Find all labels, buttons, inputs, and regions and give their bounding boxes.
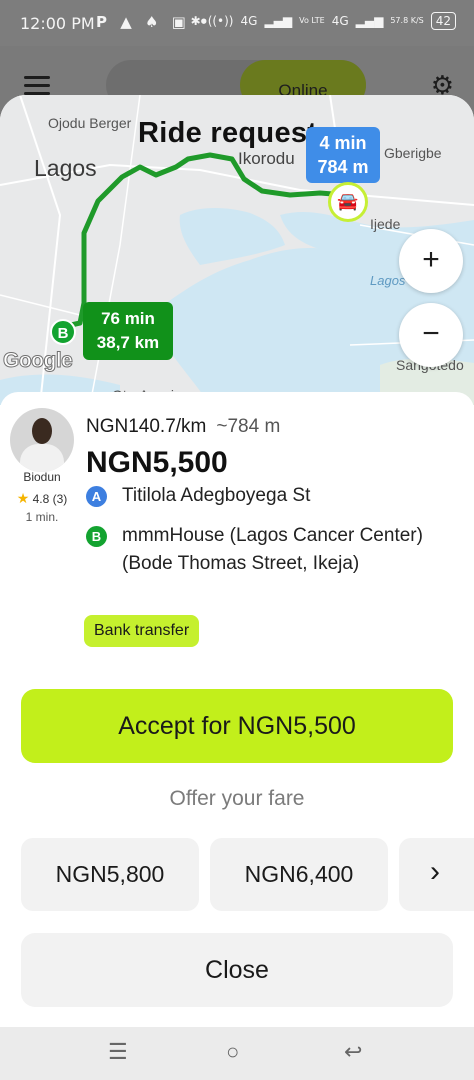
dropoff-marker: B — [86, 526, 107, 547]
map-label-ikorodu: Ikorodu — [238, 149, 295, 168]
map-label-gberigbe: Gberigbe — [384, 145, 442, 161]
rate-per-km: NGN140.7/km — [86, 416, 207, 437]
payment-method-badge: Bank transfer — [84, 615, 200, 647]
map-label-ojodu-berger: Ojodu Berger — [48, 115, 132, 131]
avatar — [10, 408, 74, 472]
network-lte: Vo LTE — [299, 16, 325, 25]
network-4g-left: 4G — [240, 14, 258, 28]
accept-button[interactable]: Accept for NGN5,500 — [21, 689, 453, 763]
network-4g-right: 4G — [331, 14, 349, 28]
fare-option-2[interactable]: NGN6,400 — [210, 838, 388, 911]
page-title: Ride request — [138, 117, 318, 149]
back-icon[interactable]: ↩ — [344, 1039, 362, 1065]
status-right: ✱ ((•)) 4G ▂▄▆ Vo LTE 4G ▂▄▆ 57.8 K/S 42 — [191, 12, 456, 30]
battery-icon: 42 — [430, 12, 456, 30]
driver-name: Biodun — [23, 470, 61, 484]
trip-eta-time: 76 min — [101, 309, 155, 328]
ride-request-sheet: Ojodu Berger Lagos Ikorodu Gberigbe Ijed… — [0, 95, 474, 1027]
map-label-ijede: Ijede — [370, 216, 401, 232]
close-button[interactable]: Close — [21, 933, 453, 1007]
signal-icon: ▂▄▆ — [264, 14, 293, 28]
pickup-eta-badge: 4 min 784 m — [306, 127, 380, 183]
pickup-eta-distance: 784 m — [317, 157, 369, 177]
pickup-marker: A — [86, 486, 107, 507]
driver-last-seen: 1 min. — [25, 510, 59, 524]
map-label-lagoon: Lagos — [370, 273, 406, 288]
dropoff-address: mmmHouse (Lagos Cancer Center) (Bode Tho… — [122, 525, 423, 574]
signal-icon-2: ▂▄▆ — [355, 14, 384, 28]
offer-fare-label: Offer your fare — [169, 787, 305, 810]
driver-rating: ★ 4.8 (3) — [0, 490, 84, 507]
map-label-lagos: Lagos — [34, 155, 97, 181]
pickup-distance: ~784 m — [216, 416, 281, 437]
pickup-eta-time: 4 min — [319, 133, 367, 153]
system-nav-bar: ☰ ○ ↩ — [0, 1027, 474, 1080]
pickup-address: Titilola Adegboyega St — [122, 485, 311, 506]
hamburger-icon[interactable] — [24, 76, 50, 96]
star-icon: ★ — [16, 490, 30, 506]
trip-eta-distance: 38,7 km — [96, 333, 160, 352]
car-icon: 🚘 — [328, 182, 368, 222]
hotspot-icon: ((•)) — [207, 14, 234, 28]
network-speed: 57.8 K/S — [390, 16, 424, 25]
fare-rate: NGN140.7/km ~784 m — [86, 416, 280, 438]
fare-option-1[interactable]: NGN5,800 — [21, 838, 199, 911]
google-logo: Google — [2, 349, 73, 373]
home-icon[interactable]: ○ — [226, 1039, 239, 1065]
ride-details: Biodun ★ 4.8 (3) 1 min. NGN140.7/km ~784 … — [0, 392, 474, 682]
chevron-right-icon[interactable]: › — [430, 855, 440, 889]
driver-rating-value: 4.8 (3) — [32, 492, 68, 506]
bluetooth-icon: ✱ — [190, 14, 201, 28]
zoom-in-button[interactable]: + — [399, 229, 463, 293]
offer-price: NGN5,500 — [86, 446, 228, 479]
recents-icon[interactable]: ☰ — [108, 1039, 128, 1065]
status-time: 12:00 PM — [20, 14, 95, 33]
trip-eta-badge: 76 min 38,7 km — [83, 302, 173, 360]
status-bar: 12:00 PM P ▲ ♠ ▣ • ✱ ((•)) 4G ▂▄▆ Vo LTE… — [0, 0, 474, 46]
map[interactable]: Ojodu Berger Lagos Ikorodu Gberigbe Ijed… — [0, 95, 474, 405]
destination-marker: B — [50, 319, 76, 345]
zoom-out-button[interactable]: − — [399, 303, 463, 367]
